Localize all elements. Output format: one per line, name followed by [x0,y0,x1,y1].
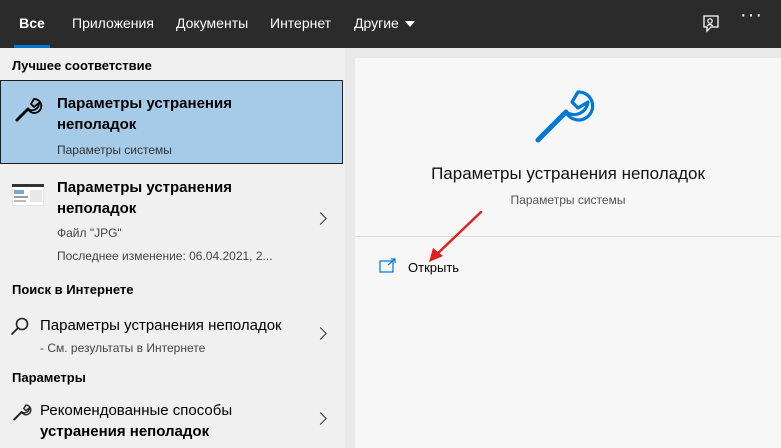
image-thumbnail [12,184,44,206]
chevron-down-icon [404,21,415,28]
tab-all[interactable]: Все [14,0,50,48]
file-result-title-line1: Параметры устранения [57,179,232,196]
tab-more[interactable]: Другие [354,0,415,48]
section-settings: Параметры [12,370,86,385]
results-panel: Лучшее соответствие Параметры устранения… [0,48,345,448]
search-icon [11,317,29,335]
file-result-item[interactable]: Параметры устранения неполадок Файл "JPG… [0,170,345,272]
tab-more-label: Другие [354,15,399,31]
file-result-type: Файл "JPG" [57,226,122,240]
open-icon [379,258,396,273]
best-match-title-line1: Параметры устранения [57,95,232,112]
web-search-item[interactable]: Параметры устранения неполадок - См. рез… [0,310,345,360]
tab-apps[interactable]: Приложения [72,0,154,48]
preview-title: Параметры устранения неполадок [431,164,705,183]
web-search-title: Параметры устранения неполадок [40,317,282,334]
web-search-subtitle: - См. результаты в Интернете [40,341,206,355]
chevron-right-icon[interactable] [314,412,327,425]
best-match-item[interactable]: Параметры устранения неполадок Параметры… [0,80,343,164]
file-result-title-line2: неполадок [57,200,137,217]
settings-title-line2: устранения неполадок [40,423,210,440]
best-match-subtitle: Параметры системы [57,143,172,157]
best-match-title-line2: неполадок [57,116,137,133]
tab-web[interactable]: Интернет [270,0,331,48]
section-best-match: Лучшее соответствие [12,58,152,73]
preview-subtitle: Параметры системы [510,193,626,207]
preview-panel: Параметры устранения неполадок Параметры… [355,58,781,448]
wrench-icon [535,90,595,143]
wrench-icon [13,404,32,421]
settings-title-line1: Рекомендованные способы [40,402,233,419]
tab-documents[interactable]: Документы [176,0,248,48]
wrench-icon [15,98,43,122]
annotation-arrow [429,210,483,262]
more-options-icon[interactable]: ··· [740,4,763,27]
file-result-modified: Последнее изменение: 06.04.2021, 2... [57,249,273,263]
section-web-search: Поиск в Интернете [12,282,134,297]
chevron-right-icon[interactable] [314,212,327,225]
search-tabs-bar: Все Приложения Документы Интернет Другие… [0,0,781,48]
feedback-icon[interactable] [699,12,723,36]
settings-item[interactable]: Рекомендованные способы устранения непол… [0,398,345,448]
divider [355,236,781,237]
chevron-right-icon[interactable] [314,327,327,340]
